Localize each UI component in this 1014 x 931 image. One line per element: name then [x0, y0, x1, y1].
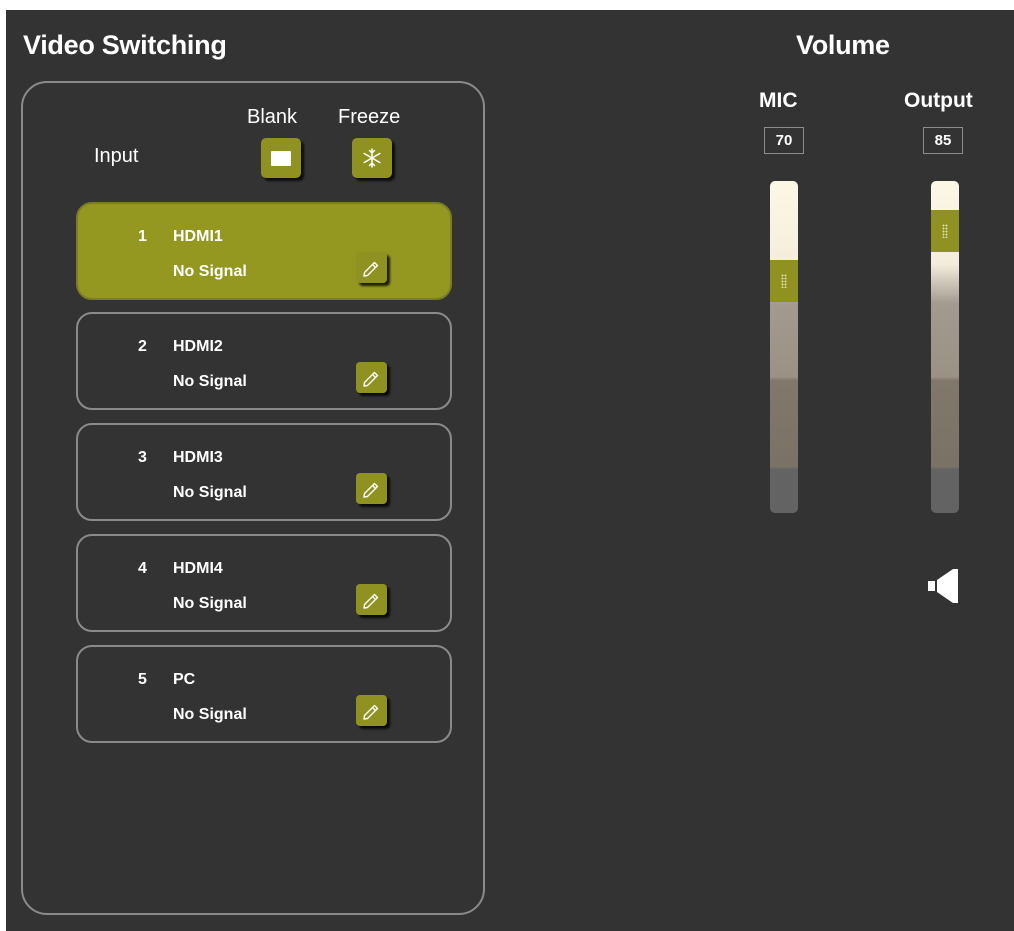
input-signal-status: No Signal	[173, 373, 247, 390]
input-name: HDMI1	[173, 228, 223, 245]
mic-slider-thumb[interactable]	[770, 259, 798, 302]
input-card-1[interactable]: 1 HDMI1 No Signal	[76, 202, 452, 300]
pencil-icon	[362, 261, 378, 277]
app-panel: Video Switching Volume Input Blank Freez…	[6, 10, 1014, 931]
output-volume-value[interactable]: 85	[923, 127, 963, 154]
video-switching-title: Video Switching	[23, 30, 227, 60]
volume-title: Volume	[796, 30, 890, 60]
snowflake-icon	[363, 148, 381, 168]
mic-volume-slider[interactable]	[770, 181, 798, 513]
input-card-2[interactable]: 2 HDMI2 No Signal	[76, 312, 452, 410]
input-signal-status: No Signal	[173, 484, 247, 501]
edit-input-button[interactable]	[356, 584, 387, 615]
input-number: 4	[138, 560, 147, 577]
pencil-icon	[362, 371, 378, 387]
input-signal-status: No Signal	[173, 263, 247, 280]
grip-icon	[942, 223, 948, 238]
grip-icon	[781, 273, 787, 288]
input-card-3[interactable]: 3 HDMI3 No Signal	[76, 423, 452, 521]
edit-input-button[interactable]	[356, 473, 387, 504]
input-card-4[interactable]: 4 HDMI4 No Signal	[76, 534, 452, 632]
input-name: HDMI3	[173, 449, 223, 466]
input-name: PC	[173, 671, 196, 688]
blank-button[interactable]	[261, 138, 301, 178]
input-column-label: Input	[94, 145, 139, 167]
blank-square-icon	[271, 150, 291, 166]
mic-volume-value[interactable]: 70	[764, 127, 804, 154]
output-volume-label: Output	[904, 89, 973, 112]
input-name: HDMI2	[173, 338, 223, 355]
edit-input-button[interactable]	[356, 362, 387, 393]
input-number: 2	[138, 338, 147, 355]
edit-input-button[interactable]	[356, 252, 387, 283]
mute-button[interactable]	[925, 568, 965, 604]
mic-volume-label: MIC	[759, 89, 798, 112]
freeze-label: Freeze	[338, 106, 401, 128]
input-signal-status: No Signal	[173, 706, 247, 723]
edit-input-button[interactable]	[356, 695, 387, 726]
input-card-5[interactable]: 5 PC No Signal	[76, 645, 452, 743]
input-number: 1	[138, 228, 147, 245]
pencil-icon	[362, 593, 378, 609]
output-slider-thumb[interactable]	[931, 209, 959, 252]
pencil-icon	[362, 482, 378, 498]
output-volume-slider[interactable]	[931, 181, 959, 513]
blank-label: Blank	[247, 106, 298, 128]
freeze-button[interactable]	[352, 138, 392, 178]
speaker-icon	[928, 569, 958, 603]
input-name: HDMI4	[173, 560, 223, 577]
pencil-icon	[362, 704, 378, 720]
input-number: 5	[138, 671, 147, 688]
input-number: 3	[138, 449, 147, 466]
input-signal-status: No Signal	[173, 595, 247, 612]
